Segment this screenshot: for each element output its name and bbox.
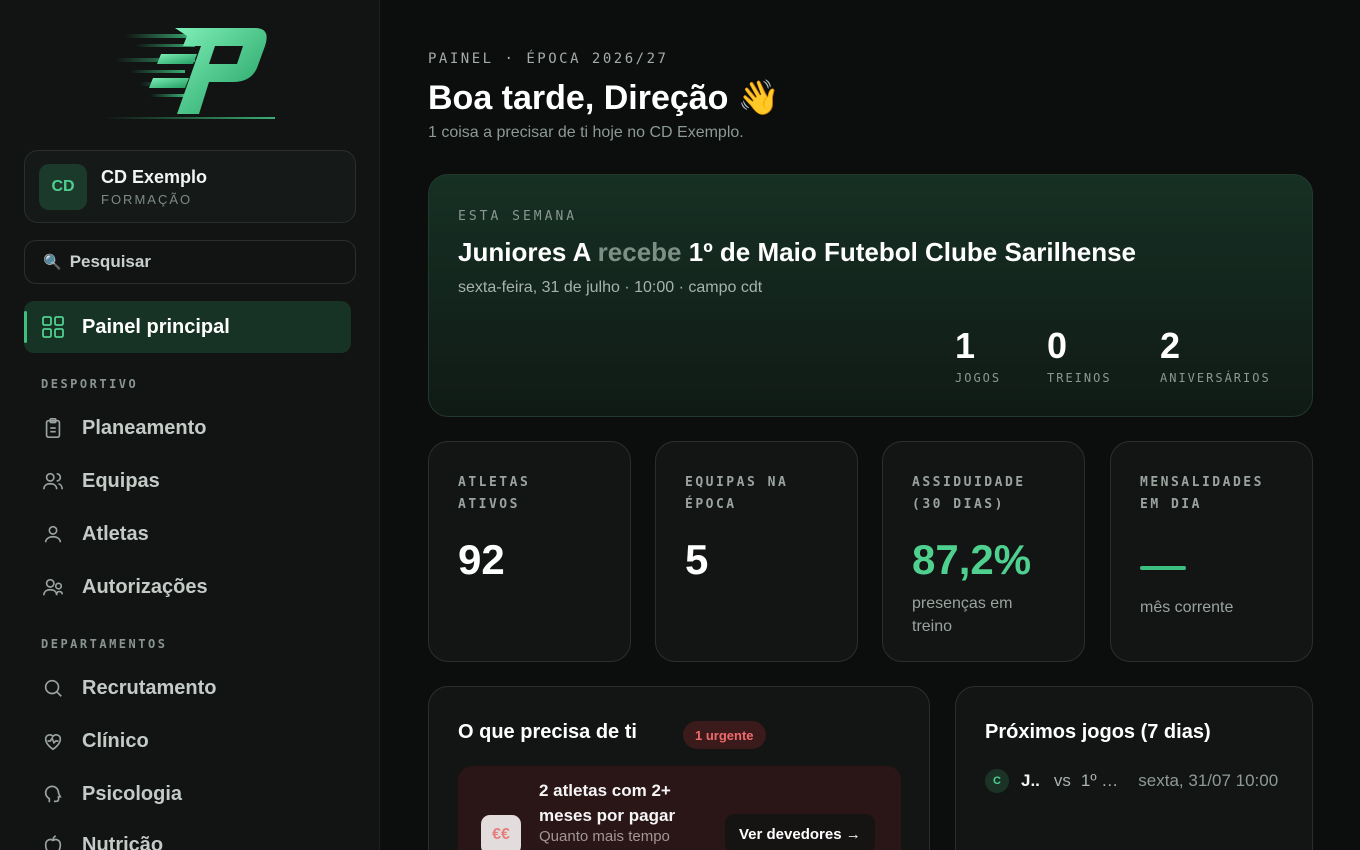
kpi-label: ASSIDUIDADE (30 DIAS) xyxy=(912,475,1026,512)
sidebar: CD CD Exemplo FORMAÇÃO 🔍 Pesquisar Paine… xyxy=(0,0,380,850)
sidebar-item-label: Planeamento xyxy=(82,416,207,439)
kpi-label: EQUIPAS NA ÉPOCA xyxy=(685,475,789,512)
heart-pulse-icon xyxy=(40,728,66,754)
page-title: Boa tarde, Direção 👋 xyxy=(428,79,781,117)
stat-label: TREINOS xyxy=(1047,371,1112,385)
sidebar-item-label: Psicologia xyxy=(82,782,183,805)
kpi-label: MENSALIDADES EM DIA xyxy=(1140,475,1264,512)
stat-aniversarios: 2 ANIVERSÁRIOS xyxy=(1160,325,1271,385)
stat-label: JOGOS xyxy=(955,371,1002,385)
stat-value: 0 xyxy=(1047,325,1068,366)
kpi-subtitle: mês corrente xyxy=(1140,599,1234,616)
kpi-mensalidades[interactable]: MENSALIDADES EM DIA mês corrente xyxy=(1110,441,1313,662)
sidebar-item-label: Recrutamento xyxy=(82,676,217,699)
stat-treinos: 0 TREINOS xyxy=(1047,325,1112,385)
user-icon xyxy=(40,521,66,547)
sidebar-item-atletas[interactable]: Atletas xyxy=(24,512,351,556)
apple-icon xyxy=(40,832,66,850)
user-check-icon xyxy=(40,574,66,600)
organization-switcher[interactable]: CD CD Exemplo FORMAÇÃO xyxy=(24,150,356,223)
games-title: Próximos jogos (7 dias) xyxy=(985,721,1211,743)
stat-value: 1 xyxy=(955,325,976,366)
task-description: Quanto mais tempo xyxy=(539,828,670,845)
main-content: PAINEL · ÉPOCA 2026/27 Boa tarde, Direçã… xyxy=(380,0,1360,850)
sidebar-item-psicologia[interactable]: Psicologia xyxy=(24,772,351,816)
club-logo[interactable] xyxy=(105,22,275,122)
sidebar-item-equipas[interactable]: Equipas xyxy=(24,459,351,503)
kpi-value: 92 xyxy=(458,536,505,583)
sidebar-item-clinico[interactable]: Clínico xyxy=(24,719,351,763)
sidebar-item-label: Clínico xyxy=(82,729,149,752)
week-match-meta: sexta-feira, 31 de julho · 10:00 · campo… xyxy=(458,279,763,296)
page-eyebrow: PAINEL · ÉPOCA 2026/27 xyxy=(428,51,669,67)
search-label: Pesquisar xyxy=(69,252,151,271)
page-subtitle: 1 coisa a precisar de ti hoje no CD Exem… xyxy=(428,124,744,141)
match-verb: recebe xyxy=(597,237,682,267)
head-icon xyxy=(40,781,66,807)
tasks-panel: O que precisa de ti 1 urgente €€ 2 atlet… xyxy=(428,686,930,850)
kpi-value-dash xyxy=(1140,566,1186,570)
home-team: Juniores A xyxy=(458,237,591,267)
away-team: 1º de Maio Futebol Clube Sarilhense xyxy=(688,237,1136,267)
kpi-equipas-epoca[interactable]: EQUIPAS NA ÉPOCA 5 xyxy=(655,441,858,662)
kpi-value: 5 xyxy=(685,536,709,583)
users-icon xyxy=(40,468,66,494)
kpi-value: 87,2% xyxy=(912,536,1032,583)
org-avatar: CD xyxy=(39,163,87,210)
sidebar-item-label: Nutrição xyxy=(82,833,164,850)
section-title-desportivo: DESPORTIVO xyxy=(41,377,139,391)
tasks-title: O que precisa de ti xyxy=(458,721,637,743)
stat-label: ANIVERSÁRIOS xyxy=(1160,371,1271,385)
search-button[interactable]: 🔍 Pesquisar xyxy=(24,240,356,284)
game-home-team: J.. xyxy=(1021,771,1040,790)
search-icon: 🔍 xyxy=(43,254,62,271)
kpi-label: ATLETAS ATIVOS xyxy=(458,475,531,512)
game-date: sexta, 31/07 10:00 xyxy=(1138,771,1279,790)
sidebar-item-label: Atletas xyxy=(82,522,149,545)
kpi-subtitle: presenças em treino xyxy=(912,595,1013,635)
game-away-team: 1º … xyxy=(1080,771,1119,790)
week-highlight-card[interactable]: ESTA SEMANA Juniores A recebe 1º de Maio… xyxy=(428,174,1313,417)
game-vs: vs xyxy=(1053,771,1071,790)
clipboard-icon xyxy=(40,415,66,441)
team-badge: C xyxy=(985,769,1009,793)
sidebar-item-label: Autorizações xyxy=(82,575,208,598)
sidebar-item-painel-principal[interactable]: Painel principal xyxy=(24,301,351,353)
task-title: 2 atletas com 2+ meses por pagar xyxy=(539,781,676,825)
search-icon xyxy=(40,675,66,701)
sidebar-item-planeamento[interactable]: Planeamento xyxy=(24,406,351,450)
org-subtitle: FORMAÇÃO xyxy=(101,191,193,207)
grid-icon xyxy=(40,314,66,340)
upcoming-games-panel: Próximos jogos (7 dias) C J.. vs 1º … se… xyxy=(955,686,1313,850)
money-icon: €€ xyxy=(481,815,521,850)
sidebar-item-label: Equipas xyxy=(82,469,160,492)
sidebar-item-label: Painel principal xyxy=(82,315,230,338)
kpi-atletas-ativos[interactable]: ATLETAS ATIVOS 92 xyxy=(428,441,631,662)
game-row[interactable]: C J.. vs 1º … sexta, 31/07 10:00 xyxy=(985,769,1285,793)
week-eyebrow: ESTA SEMANA xyxy=(458,209,578,224)
stat-value: 2 xyxy=(1160,325,1181,366)
sidebar-item-nutricao[interactable]: Nutrição xyxy=(24,823,351,850)
week-match-title: Juniores A recebe 1º de Maio Futebol Clu… xyxy=(458,237,1136,268)
urgent-badge: 1 urgente xyxy=(683,721,766,749)
org-name: CD Exemplo xyxy=(101,166,208,187)
sidebar-item-recrutamento[interactable]: Recrutamento xyxy=(24,666,351,710)
ver-devedores-button[interactable]: Ver devedores → xyxy=(725,814,875,850)
stat-jogos: 1 JOGOS xyxy=(955,325,1001,385)
task-item[interactable]: €€ 2 atletas com 2+ meses por pagar Quan… xyxy=(458,766,901,850)
section-title-departamentos: DEPARTAMENTOS xyxy=(41,637,168,651)
sidebar-item-autorizacoes[interactable]: Autorizações xyxy=(24,565,351,609)
kpi-assiduidade[interactable]: ASSIDUIDADE (30 DIAS) 87,2% presenças em … xyxy=(882,441,1085,662)
